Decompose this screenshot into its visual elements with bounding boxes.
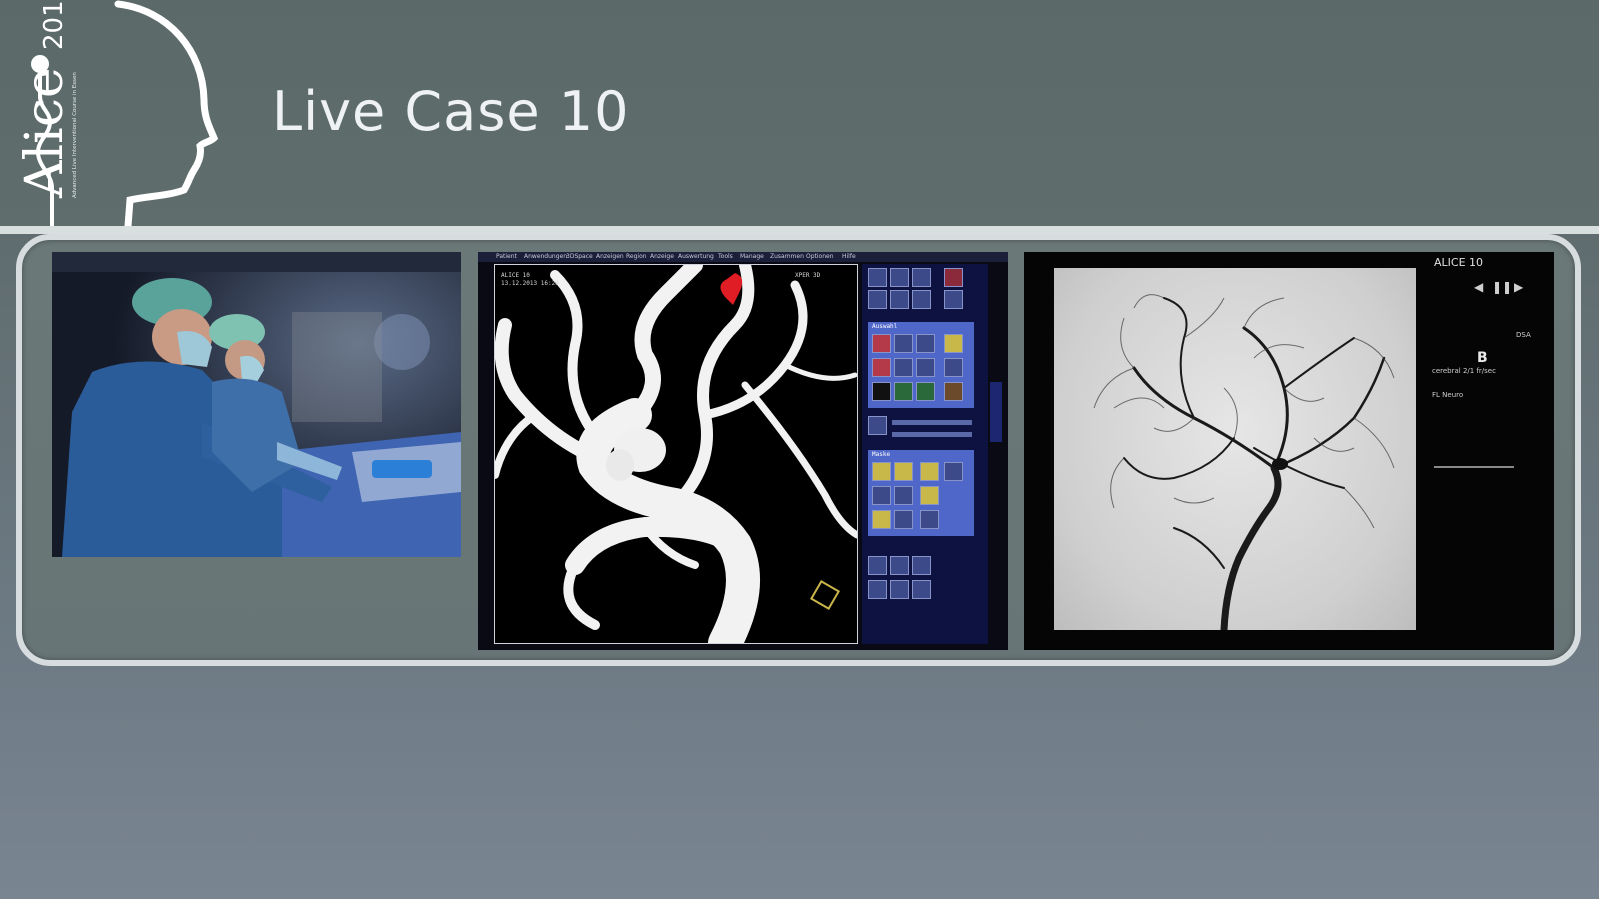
menu-item[interactable]: Patient	[496, 253, 517, 260]
pause-button[interactable]: ❚❚	[1492, 280, 1512, 294]
tool-button[interactable]	[894, 334, 913, 353]
tool-button[interactable]	[868, 416, 887, 435]
tool-button[interactable]	[890, 268, 909, 287]
tool-button[interactable]	[868, 580, 887, 599]
dsa-program: cerebral 2/1 fr/sec	[1432, 367, 1496, 375]
menu-item[interactable]: Anzeigen	[596, 253, 624, 260]
tool-button[interactable]	[920, 462, 939, 481]
slider-track[interactable]	[892, 420, 972, 425]
dsa-tag: ALICE 10	[1434, 256, 1484, 269]
tool-button[interactable]	[944, 290, 963, 309]
menu-item[interactable]: Zusammen	[770, 253, 804, 260]
tool-button[interactable]	[912, 580, 931, 599]
slider-track[interactable]	[892, 432, 972, 437]
dsa-label: FL Neuro	[1432, 391, 1464, 399]
header-divider	[0, 226, 1599, 234]
tool-button[interactable]	[894, 486, 913, 505]
side-tab[interactable]	[990, 382, 1002, 442]
logo-word: Alice	[18, 67, 75, 199]
tool-button[interactable]	[920, 510, 939, 529]
tool-group-label: Auswahl	[872, 323, 898, 330]
tool-button[interactable]	[894, 358, 913, 377]
next-frame-button[interactable]: ▶	[1514, 280, 1523, 294]
tool-button[interactable]	[912, 290, 931, 309]
dsa-panel: ALICE 10 ◀ ❚❚ ▶ DSA B cerebral 2/1 fr/se…	[1024, 252, 1554, 650]
tool-button[interactable]	[872, 462, 891, 481]
logo-tagline: Advanced Live Interventional Course in E…	[72, 72, 78, 198]
alice-logo-icon: Alice 2013 Advanced Live Interventional …	[18, 0, 218, 228]
tool-button[interactable]	[872, 334, 891, 353]
tool-group-label: Maske	[872, 451, 891, 458]
angiogram-vessels	[1093, 294, 1395, 634]
workstation-menubar: Patient Anwendungen 3DSpace Anzeigen Reg…	[478, 252, 1008, 262]
prev-frame-button[interactable]: ◀	[1474, 280, 1483, 294]
tool-button[interactable]	[894, 382, 913, 401]
menu-item[interactable]: Anzeige	[650, 253, 674, 260]
tool-button[interactable]	[912, 268, 931, 287]
logo-year: 2013	[39, 0, 69, 50]
tool-button[interactable]	[872, 382, 891, 401]
menu-item[interactable]: Optionen	[806, 253, 834, 260]
angiogram-image	[1054, 268, 1416, 634]
tool-button[interactable]	[868, 268, 887, 287]
tool-button[interactable]	[944, 268, 963, 287]
tool-button[interactable]	[912, 556, 931, 575]
tool-group-1: Auswahl	[868, 322, 974, 408]
tool-button[interactable]	[868, 556, 887, 575]
tool-button[interactable]	[872, 510, 891, 529]
workstation-panel: Patient Anwendungen 3DSpace Anzeigen Reg…	[478, 252, 1008, 650]
tool-button[interactable]	[916, 334, 935, 353]
tool-button[interactable]	[916, 358, 935, 377]
menu-item[interactable]: Manage	[740, 253, 764, 260]
menu-item[interactable]: Anwendungen	[524, 253, 567, 260]
overlay-line: ALICE 10	[501, 272, 530, 279]
workstation-tool-column: Auswahl Maske	[862, 264, 988, 644]
tool-button[interactable]	[916, 382, 935, 401]
tool-button[interactable]	[872, 486, 891, 505]
tool-button[interactable]	[944, 334, 963, 353]
3d-viewport[interactable]: ALICE 10 13.12.2013 16:20 XPER 3D	[491, 257, 861, 650]
tool-button[interactable]	[894, 462, 913, 481]
menu-item[interactable]: Tools	[718, 253, 733, 260]
menu-item[interactable]: Region	[626, 253, 647, 260]
tool-group-2: Maske	[868, 450, 974, 536]
slide-header: Alice 2013 Advanced Live Interventional …	[0, 0, 1599, 228]
operating-room-image	[52, 252, 461, 557]
slide-title: Live Case 10	[272, 80, 630, 143]
dsa-letter: B	[1477, 350, 1488, 366]
tool-button[interactable]	[920, 486, 939, 505]
tool-button[interactable]	[890, 580, 909, 599]
menu-item[interactable]: Auswertung	[678, 253, 714, 260]
overlay-line: XPER 3D	[795, 272, 821, 279]
tool-button[interactable]	[944, 358, 963, 377]
menu-item[interactable]: 3DSpace	[566, 253, 593, 260]
video-panel	[52, 252, 461, 557]
dsa-mode: DSA	[1516, 331, 1531, 339]
dsa-progress-track	[1434, 466, 1514, 468]
tool-button[interactable]	[894, 510, 913, 529]
tool-button[interactable]	[872, 358, 891, 377]
tool-button[interactable]	[868, 290, 887, 309]
menu-item[interactable]: Hilfe	[842, 253, 856, 260]
tool-button[interactable]	[890, 556, 909, 575]
overlay-line: 13.12.2013 16:20	[501, 280, 559, 287]
tool-button[interactable]	[944, 382, 963, 401]
tool-button[interactable]	[890, 290, 909, 309]
tool-button[interactable]	[944, 462, 963, 481]
3d-vessel-render: ALICE 10 13.12.2013 16:20 XPER 3D	[491, 257, 861, 650]
